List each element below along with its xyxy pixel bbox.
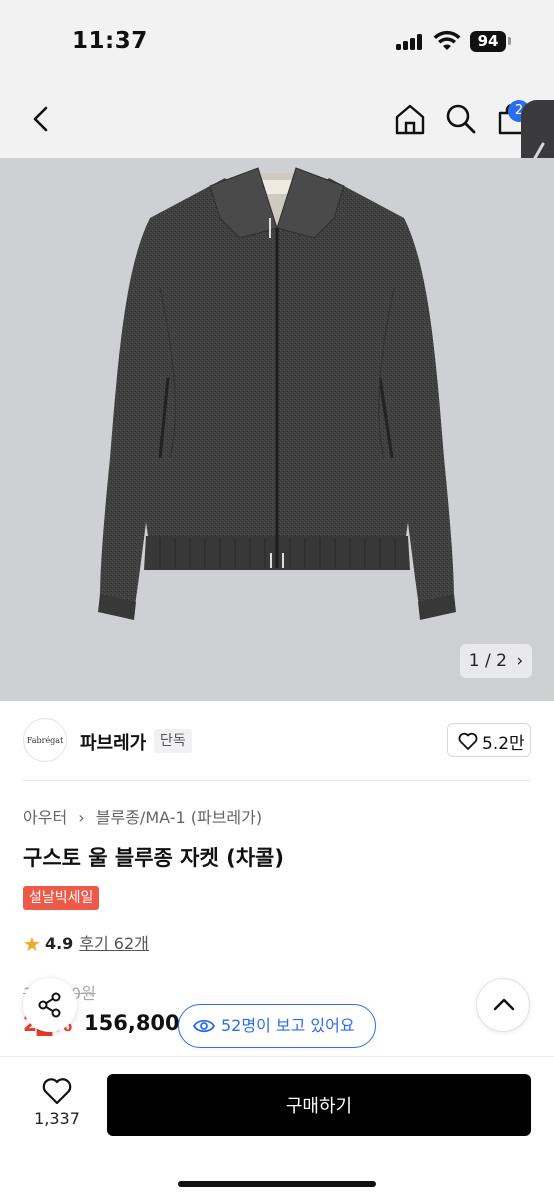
- product-title: 구스토 울 블루종 자켓 (차콜): [23, 846, 284, 870]
- viewers-pill: 52명이 보고 있어요: [178, 1004, 376, 1048]
- reviews-link[interactable]: 후기 62개: [79, 934, 149, 953]
- product-image[interactable]: [0, 158, 554, 701]
- wishlist-count: 1,337: [34, 1109, 80, 1128]
- home-indicator: [178, 1181, 376, 1187]
- viewers-text: 52명이 보고 있어요: [221, 1016, 355, 1035]
- scroll-top-button[interactable]: [476, 978, 530, 1032]
- gallery-pager[interactable]: 1 / 2 ›: [460, 644, 532, 678]
- event-badge: 설날빅세일: [23, 886, 100, 910]
- rating-score: 4.9: [44, 934, 74, 953]
- chevron-right-icon: ›: [516, 651, 524, 671]
- sale-price: 156,800: [84, 1011, 180, 1035]
- battery-icon: 94: [470, 31, 506, 52]
- rating: ★ 4.9 후기 62개: [23, 930, 149, 956]
- share-icon: [38, 992, 61, 1018]
- gallery-page-indicator: 1 / 2: [468, 651, 507, 671]
- jacket-image: [98, 167, 456, 620]
- home-icon[interactable]: [393, 102, 427, 136]
- search-icon[interactable]: [444, 102, 478, 136]
- status-bar: 11:37 94: [0, 0, 554, 80]
- breadcrumb-separator-icon: ›: [78, 808, 85, 827]
- eye-icon: [193, 1019, 215, 1033]
- breadcrumb-level1[interactable]: 아우터: [23, 804, 67, 828]
- bottom-action-bar: 1,337 구매하기: [0, 1056, 554, 1200]
- brand-like-button[interactable]: 5.2만: [447, 723, 531, 757]
- brand-like-count: 5.2만: [482, 734, 525, 754]
- breadcrumb: 아우터 › 블루종/MA-1 (파브레가): [23, 804, 262, 828]
- wifi-icon: [433, 30, 461, 50]
- breadcrumb-level2[interactable]: 블루종/MA-1 (파브레가): [96, 804, 262, 828]
- brand-exclusive-badge: 단독: [154, 729, 192, 753]
- status-time: 11:37: [72, 28, 148, 54]
- heart-icon: [42, 1078, 72, 1105]
- back-icon[interactable]: [26, 102, 56, 136]
- divider: [23, 780, 531, 781]
- signal-icon: [396, 34, 424, 50]
- star-icon: ★: [23, 932, 41, 956]
- top-nav: [0, 80, 554, 158]
- wishlist-button[interactable]: 1,337: [22, 1077, 92, 1147]
- brand-logo[interactable]: Fabrégat: [23, 718, 67, 762]
- brand-name[interactable]: 파브레가: [80, 729, 146, 755]
- heart-icon: [458, 732, 478, 750]
- buy-button[interactable]: 구매하기: [107, 1074, 531, 1136]
- share-button[interactable]: [23, 978, 77, 1032]
- battery-tip: [508, 37, 511, 45]
- chevron-up-icon: [493, 998, 515, 1011]
- brand-row: Fabrégat 파브레가 단독 5.2만: [0, 701, 554, 781]
